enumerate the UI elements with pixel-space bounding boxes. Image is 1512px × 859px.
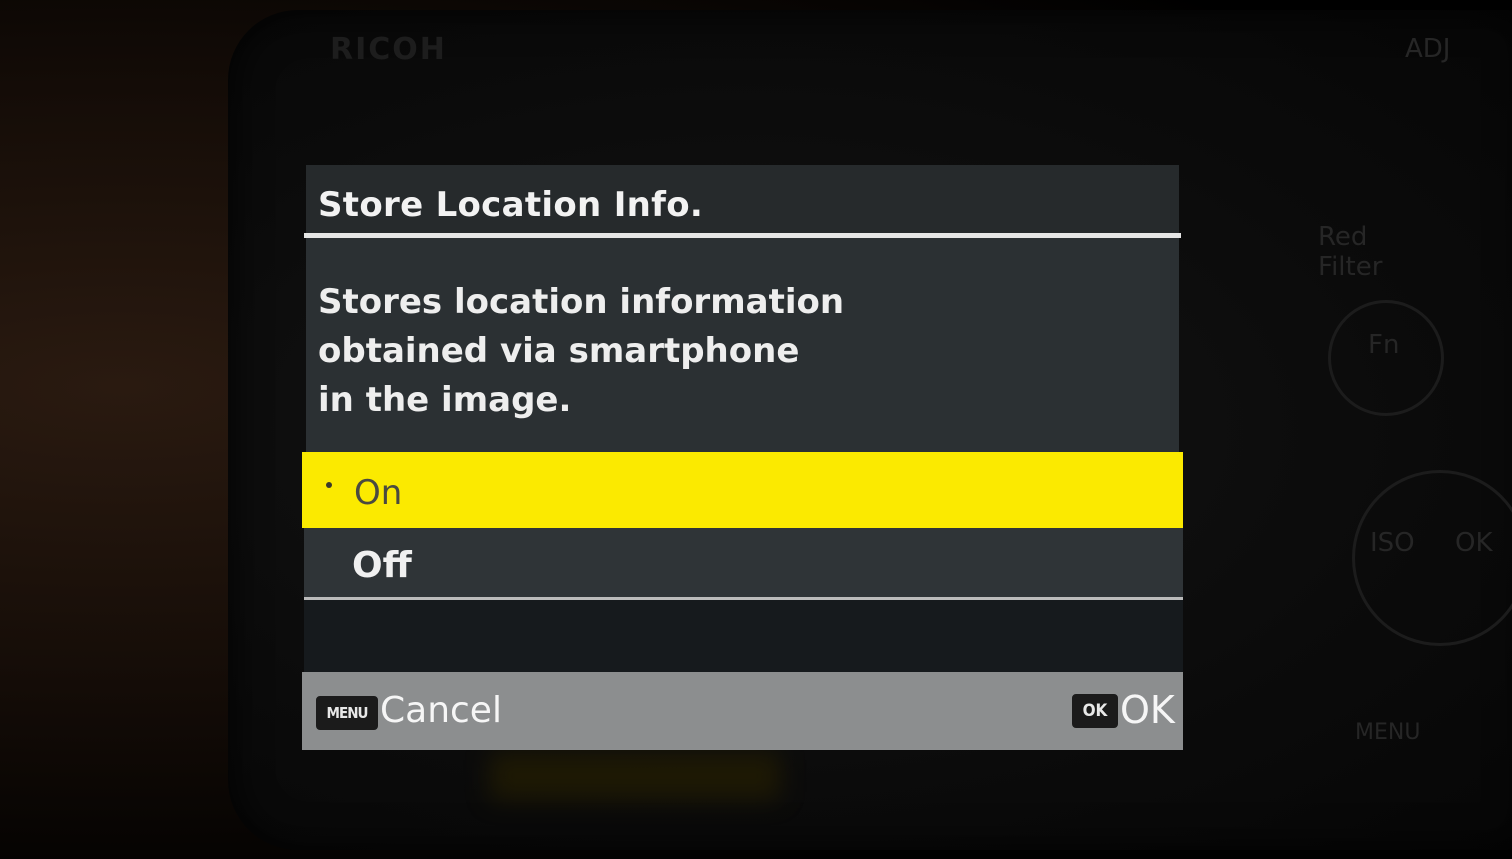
description-area: Stores location information obtained via… <box>306 238 1179 452</box>
menu-key-icon: MENU <box>316 696 378 730</box>
dialog-footer: MENU Cancel OK OK <box>302 672 1183 750</box>
ok-button-label: OK <box>1455 528 1493 558</box>
dialog-title-bar: Store Location Info. <box>306 165 1179 235</box>
option-off[interactable]: Off <box>304 528 1183 599</box>
adj-button-label: ADJ <box>1405 34 1451 64</box>
description-line-3: in the image. <box>318 380 572 420</box>
option-off-label: Off <box>352 545 412 586</box>
dialog-description: Stores location information obtained via… <box>318 278 1118 425</box>
description-line-1: Stores location information <box>318 282 845 322</box>
screen-reflection <box>490 752 780 800</box>
empty-option-row <box>304 600 1183 672</box>
dialog-title: Store Location Info. <box>318 185 704 225</box>
ok-button-label: OK <box>1120 688 1175 732</box>
fn-button-label: Fn <box>1368 330 1400 360</box>
ok-button[interactable]: OK OK <box>1062 672 1183 750</box>
description-line-2: obtained via smartphone <box>318 331 800 371</box>
selected-marker-icon <box>326 482 332 488</box>
location-info-dialog: Store Location Info. Stores location inf… <box>302 165 1183 750</box>
red-filter-label: Red Filter <box>1318 222 1383 282</box>
cancel-button[interactable]: MENU Cancel <box>302 672 602 750</box>
option-on-label: On <box>354 473 403 513</box>
ok-key-icon: OK <box>1072 694 1118 728</box>
option-on[interactable]: On <box>302 452 1183 528</box>
menu-button-label: MENU <box>1355 720 1421 745</box>
cancel-button-label: Cancel <box>380 690 502 731</box>
iso-button-label: ISO <box>1370 528 1415 558</box>
camera-brand-logo: RICOH <box>330 32 447 67</box>
